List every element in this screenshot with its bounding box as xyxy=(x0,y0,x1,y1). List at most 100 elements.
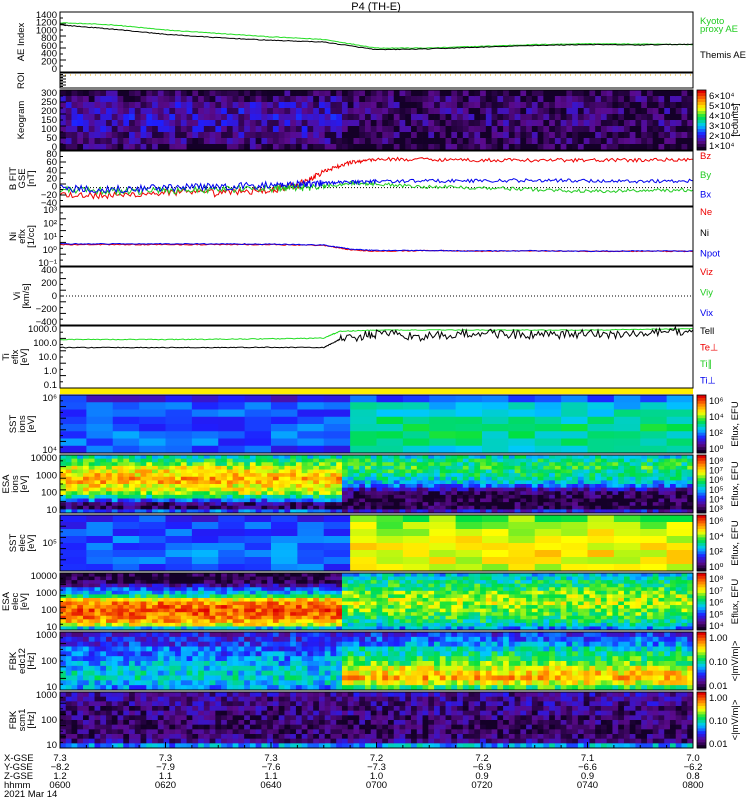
panel-esae: 10000100010010ESAelec[eV] xyxy=(1,571,694,633)
spectrogram-cell xyxy=(457,491,464,496)
spectrogram-cell xyxy=(531,502,539,507)
spectrogram-cell xyxy=(77,132,84,139)
spectrogram-cell xyxy=(295,455,303,460)
spectrogram-cell xyxy=(376,469,383,474)
spectrogram-cell xyxy=(376,622,383,627)
spectrogram-cell xyxy=(100,605,107,610)
spectrogram-cell xyxy=(169,120,176,127)
spectrogram-cell xyxy=(600,494,608,499)
spectrogram-cell xyxy=(330,126,337,133)
spectrogram-cell xyxy=(65,580,72,585)
spectrogram-cell xyxy=(623,120,631,127)
spectrogram-cell xyxy=(393,583,400,588)
spectrogram-cell xyxy=(353,605,360,610)
spectrogram-cell xyxy=(272,126,280,133)
spectrogram-cell xyxy=(393,622,400,627)
spectrogram-cell xyxy=(514,590,521,595)
panel-frame xyxy=(59,325,694,389)
spectrogram-cell xyxy=(278,587,285,592)
colorbar-tick-label: 10² xyxy=(709,547,723,558)
spectrogram-cell xyxy=(491,126,498,133)
spectrogram-cell xyxy=(508,487,515,492)
spectrogram-cell xyxy=(271,445,298,454)
spectrogram-cell xyxy=(152,469,159,474)
spectrogram-cell xyxy=(203,505,211,510)
spectrogram-cell xyxy=(587,557,615,565)
spectrogram-cell xyxy=(313,573,320,577)
spectrogram-cell xyxy=(480,473,487,478)
colorbar-swatch xyxy=(697,489,706,494)
spectrogram-cell xyxy=(549,90,556,97)
spectrogram-cell xyxy=(640,522,668,530)
spectrogram-cell xyxy=(457,580,464,585)
spectrogram-cell xyxy=(140,615,147,620)
spectrogram-cell xyxy=(175,476,182,481)
spectrogram-cell xyxy=(244,550,272,558)
spectrogram-cell xyxy=(290,480,297,485)
spectrogram-cell xyxy=(83,601,90,606)
spectrogram-cell xyxy=(336,608,343,613)
spectrogram-cell xyxy=(376,494,383,499)
spectrogram-cell xyxy=(83,576,90,581)
spectrogram-cell xyxy=(618,108,625,115)
spectrogram-cell xyxy=(613,431,641,439)
spectrogram-cell xyxy=(209,608,216,613)
spectrogram-cell xyxy=(261,601,268,606)
spectrogram-cell xyxy=(134,583,141,588)
spectrogram-cell xyxy=(462,90,469,97)
spectrogram-cell xyxy=(94,487,101,492)
spectrogram-cell xyxy=(146,587,153,592)
spectrogram-cell xyxy=(457,90,464,97)
spectrogram-cell xyxy=(123,494,130,499)
spectrogram-cell xyxy=(480,597,487,602)
spectrogram-cell xyxy=(226,619,234,624)
spectrogram-cell xyxy=(451,597,458,602)
spectrogram-cell xyxy=(640,409,668,418)
spectrogram-cell xyxy=(198,605,205,610)
spectrogram-cell xyxy=(139,431,166,439)
spectrogram-cell xyxy=(238,601,245,606)
spectrogram-cell xyxy=(428,583,435,588)
spectrogram-cell xyxy=(457,505,464,510)
spectrogram-cell xyxy=(405,608,412,613)
spectrogram-cell xyxy=(100,484,107,489)
spectrogram-cell xyxy=(272,594,280,599)
spectrogram-cell xyxy=(629,144,636,151)
spectrogram-cell xyxy=(83,498,90,503)
spectrogram-cell xyxy=(439,96,446,103)
spectrogram-cell xyxy=(537,126,544,133)
spectrogram-cell xyxy=(664,498,671,503)
spectrogram-cell xyxy=(192,469,199,474)
spectrogram-cell xyxy=(255,138,262,145)
spectrogram-cell xyxy=(589,90,596,97)
spectrogram-cell xyxy=(152,487,159,492)
spectrogram-cell xyxy=(165,557,193,565)
spectrogram-cell xyxy=(140,126,147,133)
spectrogram-cell xyxy=(284,469,291,474)
spectrogram-cell xyxy=(336,605,343,610)
spectrogram-cell xyxy=(687,465,694,470)
spectrogram-cell xyxy=(198,476,205,481)
spectrogram-cell xyxy=(681,114,688,121)
spectrogram-cell xyxy=(439,126,446,133)
spectrogram-cell xyxy=(330,473,337,478)
spectrogram-cell xyxy=(514,114,521,121)
spectrogram-cell xyxy=(572,491,579,496)
spectrogram-cell xyxy=(323,529,351,537)
spectrogram-cell xyxy=(359,144,366,151)
spectrogram-cell xyxy=(618,498,625,503)
spectrogram-cell xyxy=(232,455,239,460)
spectrogram-cell xyxy=(111,132,118,139)
spectrogram-cell xyxy=(641,138,648,145)
spectrogram-cell xyxy=(134,494,141,499)
spectrogram-cell xyxy=(543,494,550,499)
spectrogram-cell xyxy=(434,583,441,588)
spectrogram-cell xyxy=(134,126,141,133)
spectrogram-cell xyxy=(129,491,136,496)
spectrogram-cell xyxy=(503,580,510,585)
spectrogram-cell xyxy=(221,615,228,620)
spectrogram-cell xyxy=(267,462,274,467)
spectrogram-cell xyxy=(462,587,469,592)
spectrogram-cell xyxy=(666,438,694,447)
spectrogram-cell xyxy=(186,573,193,577)
